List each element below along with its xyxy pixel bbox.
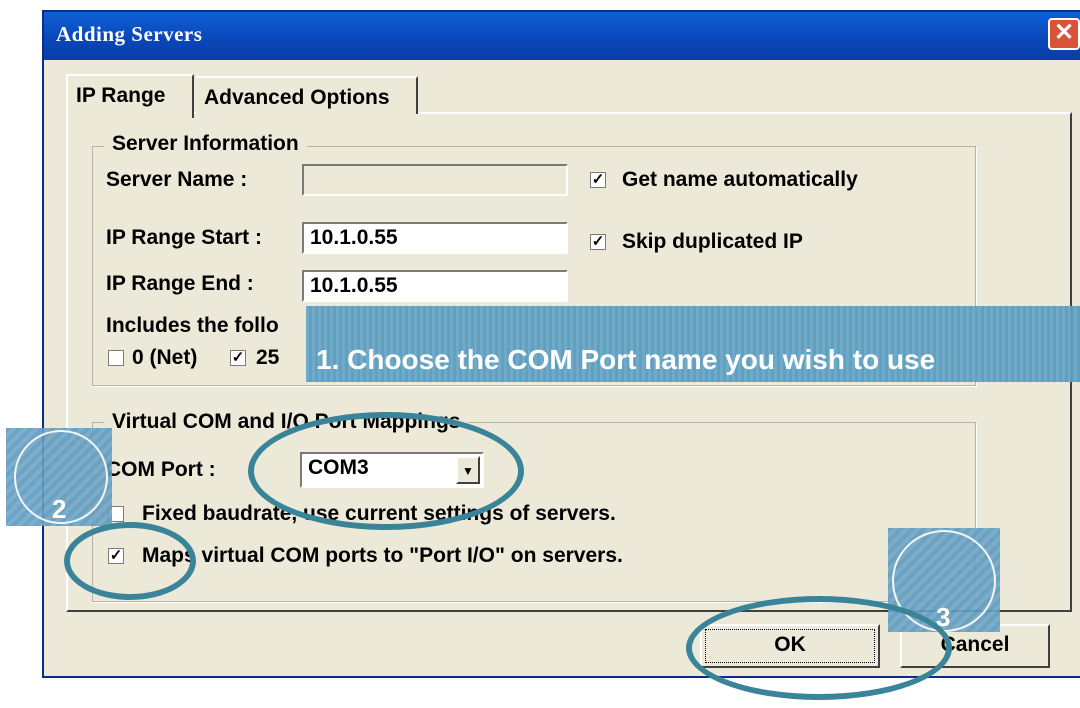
net-address-checkbox[interactable] xyxy=(108,350,124,366)
tab-advanced-options[interactable]: Advanced Options xyxy=(196,76,418,114)
window-title: Adding Servers xyxy=(56,22,203,46)
get-name-auto-checkbox[interactable]: ✓ xyxy=(590,172,606,188)
instruction-banner-text: 1. Choose the COM Port name you wish to … xyxy=(316,344,936,375)
skip-duplicated-ip-label: Skip duplicated IP xyxy=(622,230,803,253)
ip-range-end-label: IP Range End : xyxy=(106,272,254,295)
get-name-auto-label: Get name automatically xyxy=(622,168,858,191)
close-icon[interactable]: ✕ xyxy=(1048,18,1080,50)
broadcast-address-checkbox[interactable]: ✓ xyxy=(230,350,246,366)
com-port-highlight-ring xyxy=(248,412,524,530)
ip-range-end-field[interactable]: 10.1.0.55 xyxy=(302,270,568,302)
maps-port-io-label: Maps virtual COM ports to "Port I/O" on … xyxy=(142,544,623,567)
skip-duplicated-ip-checkbox[interactable]: ✓ xyxy=(590,234,606,250)
includes-label: Includes the follo xyxy=(106,314,279,337)
com-port-label: COM Port : xyxy=(106,458,216,481)
server-information-label: Server Information xyxy=(104,132,307,156)
net-address-label: 0 (Net) xyxy=(132,346,198,369)
ip-range-start-field[interactable]: 10.1.0.55 xyxy=(302,222,568,254)
server-name-label: Server Name : xyxy=(106,168,248,191)
step-2-number: 2 xyxy=(52,494,67,524)
tab-ip-range[interactable]: IP Range xyxy=(66,74,194,118)
server-name-field[interactable] xyxy=(302,164,568,196)
maps-checkbox-highlight-ring xyxy=(64,522,196,600)
ok-button-highlight-ring xyxy=(686,596,952,700)
ip-range-start-label: IP Range Start : xyxy=(106,226,262,249)
broadcast-address-label: 25 xyxy=(256,346,280,369)
